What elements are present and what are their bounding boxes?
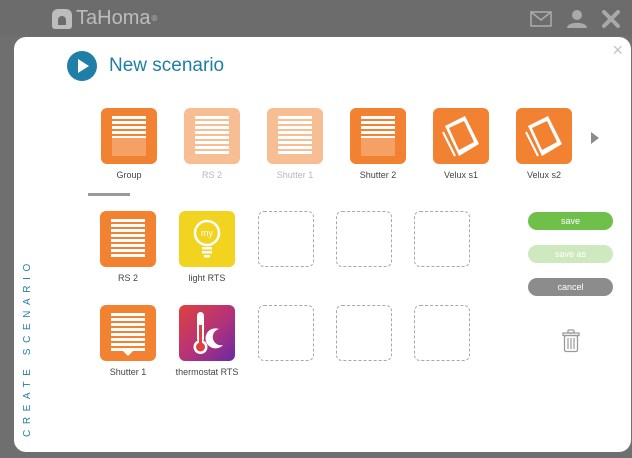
scenario-dialog: × New scenario CREATE SCENARIO Group RS … — [14, 37, 631, 452]
device-label: thermostat RTS — [175, 367, 239, 377]
empty-device-slot[interactable] — [258, 211, 314, 267]
save-as-button[interactable]: save as — [528, 245, 613, 263]
empty-device-slot[interactable] — [258, 305, 314, 361]
next-arrow-icon[interactable] — [591, 132, 599, 144]
tahoma-logo[interactable]: TaHoma ® — [52, 7, 157, 30]
cancel-button[interactable]: cancel — [528, 278, 613, 296]
device-label: Velux s2 — [526, 170, 562, 180]
thermostat-icon — [179, 305, 235, 361]
empty-device-slot[interactable] — [414, 211, 470, 267]
scenario-device-shutter1[interactable]: Shutter 1 — [100, 305, 156, 377]
scenario-device-light-rts[interactable]: my light RTS — [179, 211, 235, 283]
roller-shutter-icon — [100, 211, 156, 267]
empty-device-slot[interactable] — [336, 211, 392, 267]
save-button[interactable]: save — [528, 212, 613, 230]
device-tile-velux-s2[interactable]: Velux s2 — [516, 108, 572, 180]
device-tile-shutter1[interactable]: Shutter 1 — [267, 108, 323, 180]
header-actions — [530, 9, 620, 29]
app-header: TaHoma ® — [0, 0, 632, 36]
device-label: light RTS — [188, 273, 226, 283]
empty-device-slot[interactable] — [414, 305, 470, 361]
device-label: RS 2 — [117, 273, 138, 283]
user-icon[interactable] — [566, 9, 588, 29]
device-label: RS 2 — [201, 170, 222, 180]
close-icon[interactable] — [602, 10, 620, 28]
dialog-header: New scenario — [67, 51, 224, 81]
trash-icon[interactable] — [562, 329, 580, 358]
device-label: Velux s1 — [443, 170, 479, 180]
device-label: Shutter 1 — [109, 367, 147, 377]
scenario-device-thermostat-rts[interactable]: thermostat RTS — [176, 305, 238, 377]
device-label: Group — [116, 170, 142, 180]
device-tile-group[interactable]: Group — [101, 108, 157, 180]
strip-scroll-indicator[interactable] — [88, 193, 130, 196]
scenario-device-rs2[interactable]: RS 2 — [100, 211, 156, 283]
create-scenario-vertical-label: CREATE SCENARIO — [22, 258, 33, 437]
device-tile-velux-s1[interactable]: Velux s1 — [433, 108, 489, 180]
roller-shutter-icon — [100, 305, 156, 361]
roller-shutter-icon — [184, 108, 240, 164]
device-label: Shutter 2 — [359, 170, 397, 180]
velux-window-icon — [433, 108, 489, 164]
logo-text: TaHoma — [76, 7, 151, 29]
roller-shutter-icon — [101, 108, 157, 164]
roller-shutter-icon — [267, 108, 323, 164]
house-logo-icon — [52, 8, 72, 29]
mail-icon[interactable] — [530, 11, 552, 27]
page-title: New scenario — [109, 55, 225, 76]
empty-device-slot[interactable] — [336, 305, 392, 361]
logo-registered-mark: ® — [151, 14, 158, 23]
dialog-close-icon[interactable]: × — [612, 41, 623, 59]
velux-window-icon — [516, 108, 572, 164]
device-tile-shutter2[interactable]: Shutter 2 — [350, 108, 406, 180]
device-tile-rs2[interactable]: RS 2 — [184, 108, 240, 180]
device-label: Shutter 1 — [276, 170, 314, 180]
light-bulb-icon: my — [179, 211, 235, 267]
my-badge: my — [201, 228, 213, 238]
play-scenario-icon[interactable] — [67, 51, 97, 81]
roller-shutter-icon — [350, 108, 406, 164]
